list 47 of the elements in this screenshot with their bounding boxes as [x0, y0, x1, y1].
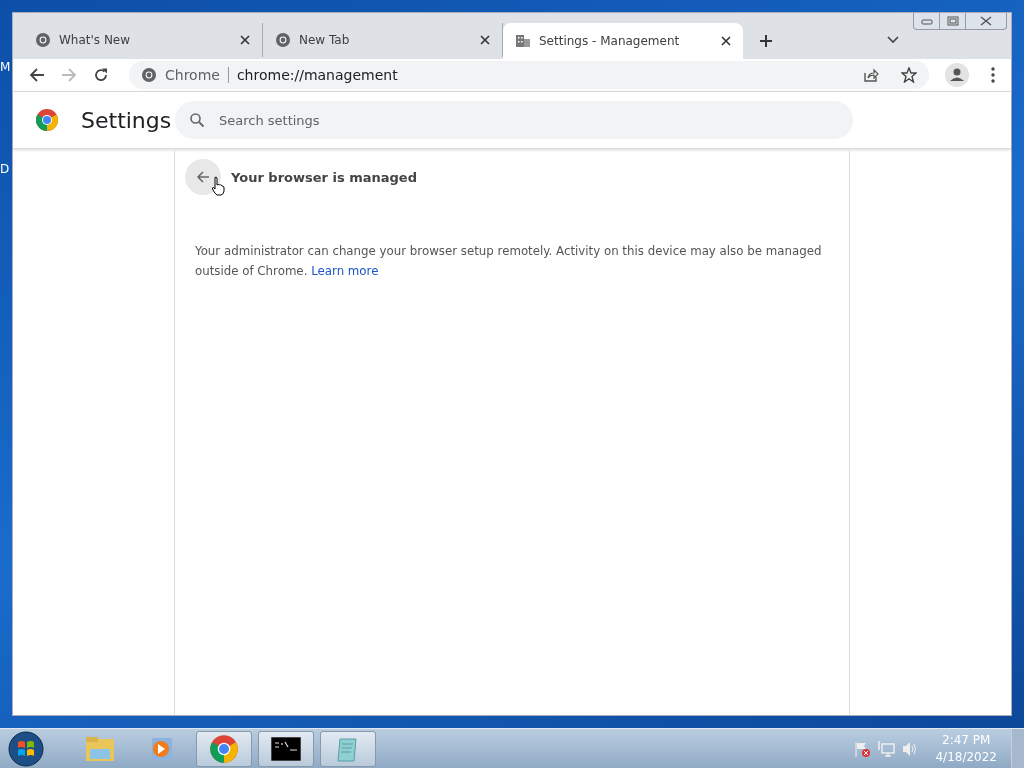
chrome-icon	[35, 32, 51, 48]
hand-cursor-icon	[211, 176, 225, 196]
restore-icon	[946, 16, 959, 26]
flag-icon[interactable]	[853, 740, 872, 758]
close-icon[interactable]	[480, 35, 490, 45]
new-tab-icon[interactable]	[759, 34, 773, 48]
browser-tab[interactable]: Settings - Management	[503, 23, 743, 59]
reload-icon[interactable]	[93, 67, 109, 83]
taskbar-app[interactable]	[258, 731, 314, 767]
back-icon[interactable]	[29, 67, 45, 83]
tab-title: What's New	[59, 33, 132, 47]
url-text: chrome://management	[236, 67, 398, 83]
share-icon[interactable]	[863, 67, 879, 83]
profile-icon[interactable]	[945, 63, 969, 87]
close-icon	[980, 16, 992, 26]
start-button[interactable]	[8, 731, 44, 767]
chrome-logo	[35, 108, 59, 132]
browser-tab[interactable]: New Tab	[263, 23, 503, 57]
building-icon	[515, 33, 531, 49]
page-title: Your browser is managed	[231, 169, 417, 185]
learn-more-link[interactable]: Learn more	[311, 264, 379, 278]
clock-time: 2:47 PM	[942, 732, 991, 749]
close-icon[interactable]	[240, 35, 250, 45]
address-bar[interactable]: Chrome chrome://management	[129, 61, 929, 89]
chrome-icon	[141, 67, 157, 83]
chevron-down-icon[interactable]	[887, 36, 899, 44]
search-icon	[189, 112, 205, 128]
tab-title: Settings - Management	[539, 34, 681, 48]
back-arrow-icon	[196, 170, 210, 184]
site-origin: Chrome	[165, 67, 220, 83]
back-button[interactable]	[185, 159, 221, 195]
star-icon[interactable]	[901, 67, 917, 83]
clock-date: 4/18/2022	[935, 749, 997, 766]
browser-tab[interactable]: What's New	[23, 23, 263, 57]
settings-title: Settings	[81, 107, 173, 133]
console-icon	[271, 737, 301, 761]
desktop-icon-label: M	[0, 60, 11, 74]
menu-icon[interactable]	[991, 67, 995, 83]
close-icon[interactable]	[721, 36, 731, 46]
minimize-icon	[920, 17, 933, 25]
tab-title: New Tab	[299, 33, 351, 47]
desktop-icon-label: D	[0, 162, 10, 176]
search-field[interactable]: Search settings	[175, 101, 853, 139]
chrome-icon	[275, 32, 291, 48]
folder-icon	[84, 735, 116, 763]
chrome-icon	[209, 734, 239, 764]
description-text: Your administrator can change your browser setup remotely. Activity on this device may also be managed outside of Chrome. Learn more	[195, 243, 823, 280]
